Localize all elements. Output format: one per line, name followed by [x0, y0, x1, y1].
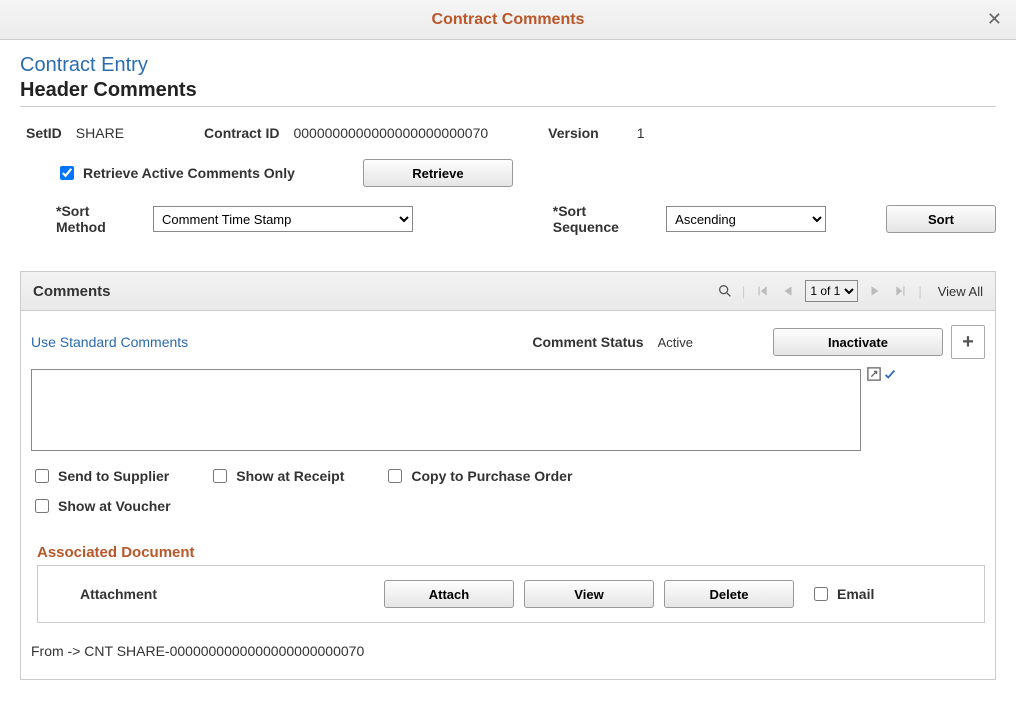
- sort-method-label: *Sort Method: [56, 203, 143, 235]
- associated-document-box: Attachment Attach View Delete Email: [37, 565, 985, 623]
- attach-button[interactable]: Attach: [384, 580, 514, 608]
- view-button[interactable]: View: [524, 580, 654, 608]
- comments-body: Use Standard Comments Comment Status Act…: [21, 311, 995, 679]
- sort-method-select[interactable]: Comment Time Stamp: [153, 206, 413, 232]
- email-checkbox[interactable]: [814, 587, 828, 601]
- show-at-receipt-option[interactable]: Show at Receipt: [209, 466, 344, 486]
- contract-id-value: 0000000000000000000000070: [293, 125, 488, 141]
- first-page-icon[interactable]: [753, 282, 771, 300]
- copy-to-po-label: Copy to Purchase Order: [411, 468, 572, 484]
- use-standard-comments-link[interactable]: Use Standard Comments: [31, 334, 188, 350]
- send-to-supplier-label: Send to Supplier: [58, 468, 169, 484]
- retrieve-row: Retrieve Active Comments Only Retrieve: [20, 155, 996, 199]
- search-icon[interactable]: [716, 282, 734, 300]
- spellcheck-icon[interactable]: [883, 367, 897, 381]
- version-label: Version: [548, 125, 599, 141]
- comment-top-row: Use Standard Comments Comment Status Act…: [31, 325, 985, 359]
- inactivate-button[interactable]: Inactivate: [773, 328, 943, 356]
- textarea-icons: [867, 367, 897, 381]
- sort-sequence-select[interactable]: Ascending: [666, 206, 826, 232]
- email-label: Email: [837, 586, 874, 602]
- contract-info-row: SetID SHARE Contract ID 0000000000000000…: [20, 119, 996, 155]
- close-icon[interactable]: ✕: [987, 10, 1002, 28]
- show-at-receipt-label: Show at Receipt: [236, 468, 344, 484]
- send-to-supplier-option[interactable]: Send to Supplier: [31, 466, 169, 486]
- comment-textarea[interactable]: [31, 369, 861, 451]
- sort-sequence-label: *Sort Sequence: [553, 203, 656, 235]
- nav-separator: |: [742, 284, 745, 299]
- add-row-button[interactable]: +: [951, 325, 985, 359]
- content-area: Contract Entry Header Comments SetID SHA…: [0, 40, 1016, 710]
- show-at-voucher-option[interactable]: Show at Voucher: [31, 496, 231, 516]
- breadcrumb-link[interactable]: Contract Entry: [20, 54, 996, 77]
- setid-label: SetID: [26, 125, 62, 141]
- page-title: Header Comments: [20, 79, 996, 107]
- show-at-voucher-checkbox[interactable]: [35, 499, 49, 513]
- modal-title: Contract Comments: [432, 11, 585, 29]
- copy-to-po-option[interactable]: Copy to Purchase Order: [384, 466, 572, 486]
- modal-header: Contract Comments ✕: [0, 0, 1016, 40]
- comment-status-value: Active: [658, 335, 693, 350]
- last-page-icon[interactable]: [892, 282, 910, 300]
- associated-document-title: Associated Document: [37, 544, 985, 561]
- prev-page-icon[interactable]: [779, 282, 797, 300]
- comments-panel: Comments | 1 of 1: [20, 271, 996, 680]
- grid-nav: | 1 of 1 | View All: [716, 280, 983, 302]
- setid-value: SHARE: [76, 125, 124, 141]
- attachment-label: Attachment: [54, 586, 374, 602]
- page-select[interactable]: 1 of 1: [805, 280, 858, 302]
- comments-panel-header: Comments | 1 of 1: [21, 272, 995, 311]
- delete-button[interactable]: Delete: [664, 580, 794, 608]
- comments-panel-title: Comments: [33, 283, 111, 300]
- email-option[interactable]: Email: [810, 584, 874, 604]
- comment-options-row: Send to Supplier Show at Receipt Copy to…: [31, 466, 791, 516]
- from-line: From -> CNT SHARE-0000000000000000000000…: [31, 643, 985, 659]
- send-to-supplier-checkbox[interactable]: [35, 469, 49, 483]
- sort-button[interactable]: Sort: [886, 205, 996, 233]
- sort-row: *Sort Method Comment Time Stamp *Sort Se…: [20, 199, 996, 245]
- retrieve-active-text: Retrieve Active Comments Only: [83, 165, 295, 181]
- view-all-link[interactable]: View All: [938, 284, 983, 299]
- show-at-voucher-label: Show at Voucher: [58, 498, 171, 514]
- comment-text-row: [31, 369, 985, 454]
- expand-icon[interactable]: [867, 367, 881, 381]
- comment-status-label: Comment Status: [532, 334, 643, 350]
- retrieve-button[interactable]: Retrieve: [363, 159, 513, 187]
- version-value: 1: [637, 125, 645, 141]
- copy-to-po-checkbox[interactable]: [388, 469, 402, 483]
- nav-separator: |: [918, 284, 921, 299]
- retrieve-active-checkbox[interactable]: [60, 166, 74, 180]
- retrieve-active-checkbox-label[interactable]: Retrieve Active Comments Only: [56, 163, 295, 183]
- next-page-icon[interactable]: [866, 282, 884, 300]
- contract-id-label: Contract ID: [204, 125, 279, 141]
- show-at-receipt-checkbox[interactable]: [213, 469, 227, 483]
